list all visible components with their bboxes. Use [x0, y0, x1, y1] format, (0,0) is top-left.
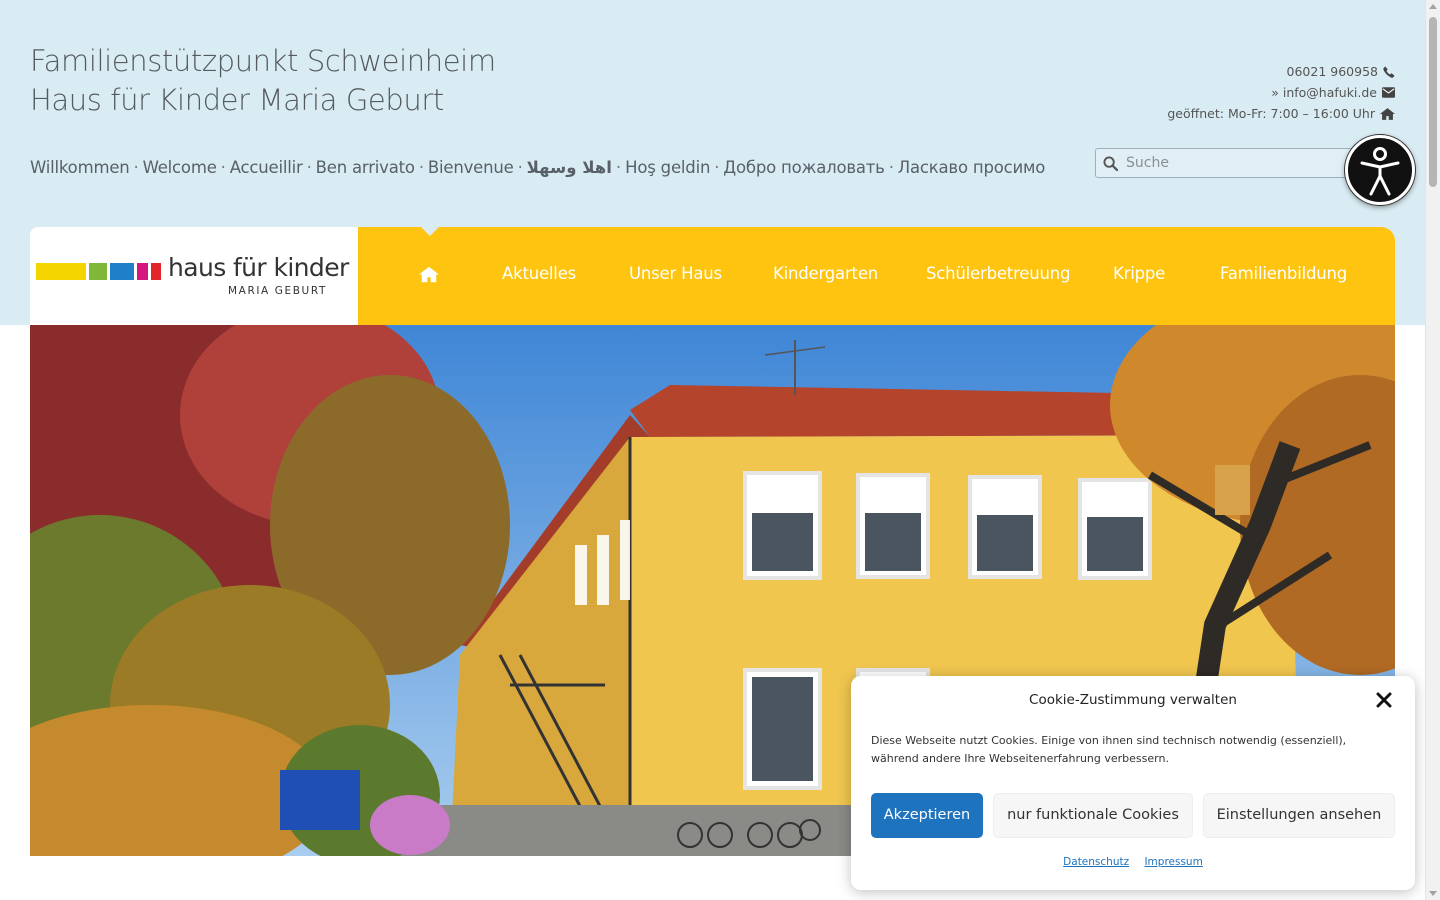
page-scrollbar[interactable] — [1425, 0, 1440, 900]
nav-item-familienbildung[interactable]: Familienbildung — [1220, 264, 1347, 283]
nav-item-aktuelles[interactable]: Aktuelles — [502, 264, 576, 283]
greeting-de: Willkommen — [30, 158, 130, 177]
search-input[interactable] — [1126, 152, 1346, 174]
cookie-consent-dialog: Cookie-Zustimmung verwalten Diese Websei… — [851, 676, 1415, 890]
accessibility-icon — [1360, 147, 1400, 196]
site-title[interactable]: Familienstützpunkt Schweinheim Haus für … — [30, 42, 496, 120]
separator: · — [133, 158, 139, 177]
language-greetings: Willkommen · Welcome · Accueillir · Ben arriva… — [30, 158, 1045, 177]
scroll-up-arrow-icon[interactable] — [1429, 4, 1437, 9]
accessibility-button[interactable] — [1345, 135, 1415, 205]
logo-bar-magenta — [137, 263, 148, 280]
phone-number: 06021 960958 — [1286, 64, 1378, 79]
contact-info: 06021 960958 » info@hafuki.de geöffnet: … — [1167, 61, 1395, 124]
nav-item-krippe[interactable]: Krippe — [1113, 264, 1165, 283]
greeting-fr2: Bienvenue — [427, 158, 514, 177]
logo-text: haus für kinder — [168, 253, 349, 282]
greeting-ru: Добро пожаловать — [723, 158, 885, 177]
cookie-links: Datenschutz Impressum — [851, 856, 1415, 868]
envelope-icon — [1382, 87, 1395, 98]
greeting-fr: Accueillir — [229, 158, 303, 177]
close-icon[interactable] — [1376, 692, 1392, 712]
scroll-down-arrow-icon[interactable] — [1429, 891, 1437, 896]
greeting-ar: اهلا وسهلا — [526, 158, 612, 177]
cookie-title: Cookie-Zustimmung verwalten — [1029, 692, 1237, 708]
view-settings-button[interactable]: Einstellungen ansehen — [1203, 793, 1395, 838]
logo-bar-yellow — [36, 263, 86, 280]
greeting-tr: Hoş geldin — [625, 158, 711, 177]
separator: · — [306, 158, 312, 177]
greeting-uk: Ласкаво просимо — [897, 158, 1046, 177]
privacy-link[interactable]: Datenschutz — [1063, 856, 1129, 868]
logo-subtext: MARIA GEBURT — [228, 285, 327, 297]
search-box[interactable] — [1095, 148, 1357, 178]
logo-bar-red — [151, 263, 161, 280]
imprint-link[interactable]: Impressum — [1144, 856, 1202, 868]
scrollbar-thumb[interactable] — [1429, 17, 1437, 187]
opening-hours: geöffnet: Mo-Fr: 7:00 – 16:00 Uhr — [1167, 106, 1375, 121]
cookie-description: Diese Webseite nutzt Cookies. Einige von… — [871, 734, 1347, 765]
separator: · — [714, 158, 720, 177]
greeting-it: Ben arrivato — [315, 158, 415, 177]
phone-icon — [1383, 66, 1395, 78]
separator: · — [418, 158, 424, 177]
separator: · — [220, 158, 226, 177]
home-small-icon — [1380, 107, 1395, 120]
nav-item-unser-haus[interactable]: Unser Haus — [629, 264, 722, 283]
nav-item-schuelerbetreuung[interactable]: Schülerbetreuung — [926, 264, 1070, 283]
functional-cookies-button[interactable]: nur funktionale Cookies — [993, 793, 1193, 838]
hours-row: geöffnet: Mo-Fr: 7:00 – 16:00 Uhr — [1167, 103, 1395, 124]
home-icon[interactable] — [419, 266, 439, 287]
separator: · — [615, 158, 622, 177]
main-navigation: Aktuelles Unser Haus Kindergarten Schüle… — [358, 227, 1395, 325]
phone-row[interactable]: 06021 960958 — [1167, 61, 1395, 82]
active-indicator — [421, 227, 439, 236]
email-link[interactable]: » info@hafuki.de — [1271, 82, 1377, 103]
site-logo[interactable]: haus für kinder MARIA GEBURT — [30, 227, 358, 325]
separator: · — [888, 158, 894, 177]
site-title-line1: Familienstützpunkt Schweinheim — [30, 44, 496, 78]
nav-item-kindergarten[interactable]: Kindergarten — [773, 264, 878, 283]
accept-cookies-button[interactable]: Akzeptieren — [871, 793, 983, 838]
site-title-line2: Haus für Kinder Maria Geburt — [30, 83, 444, 117]
search-icon — [1103, 156, 1119, 175]
logo-bar-green — [89, 263, 107, 280]
email-row[interactable]: » info@hafuki.de — [1167, 82, 1395, 103]
logo-bar-blue — [110, 263, 134, 280]
separator: · — [517, 158, 523, 177]
greeting-en: Welcome — [142, 158, 217, 177]
